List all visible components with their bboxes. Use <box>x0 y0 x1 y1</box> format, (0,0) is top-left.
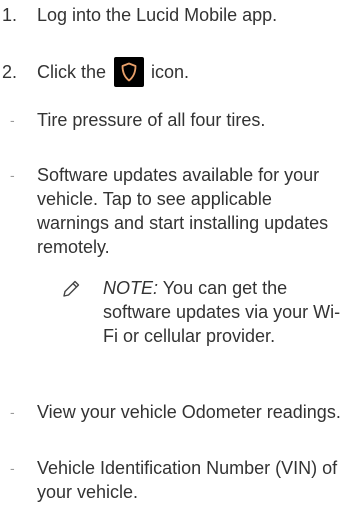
step-2: 2. Click the icon. <box>0 57 189 87</box>
list-item-text: Software updates available for your vehi… <box>37 165 329 257</box>
note-block: NOTE: You can get the software updates v… <box>60 276 346 348</box>
list-item: - View your vehicle Odometer readings. <box>10 400 352 424</box>
bullet-marker: - <box>10 460 15 476</box>
list-item: - Tire pressure of all four tires. <box>10 108 352 132</box>
step-number: 2. <box>2 62 18 82</box>
step-number: 1. <box>2 5 18 25</box>
step-1: 1. Log into the Lucid Mobile app. <box>0 3 277 27</box>
instruction-document: 1. Log into the Lucid Mobile app. 2. Cli… <box>0 0 352 513</box>
bullet-marker: - <box>10 167 15 183</box>
note-label: NOTE: <box>103 278 159 298</box>
list-item: - Software updates available for your ve… <box>10 163 352 259</box>
note-text-block: NOTE: You can get the software updates v… <box>103 276 346 348</box>
bullet-marker: - <box>10 404 15 420</box>
step-text: Log into the Lucid Mobile app. <box>37 5 278 25</box>
bullet-marker: - <box>10 112 15 128</box>
list-item-text: Tire pressure of all four tires. <box>37 110 266 130</box>
list-item: - Vehicle Identification Number (VIN) of… <box>10 456 352 504</box>
step-text-after: icon. <box>151 62 190 82</box>
list-item-text: View your vehicle Odometer readings. <box>37 402 341 422</box>
shield-icon <box>114 57 145 87</box>
list-item-text: Vehicle Identification Number (VIN) of y… <box>37 458 338 502</box>
pencil-icon <box>60 276 103 348</box>
step-text-before: Click the <box>37 62 107 82</box>
